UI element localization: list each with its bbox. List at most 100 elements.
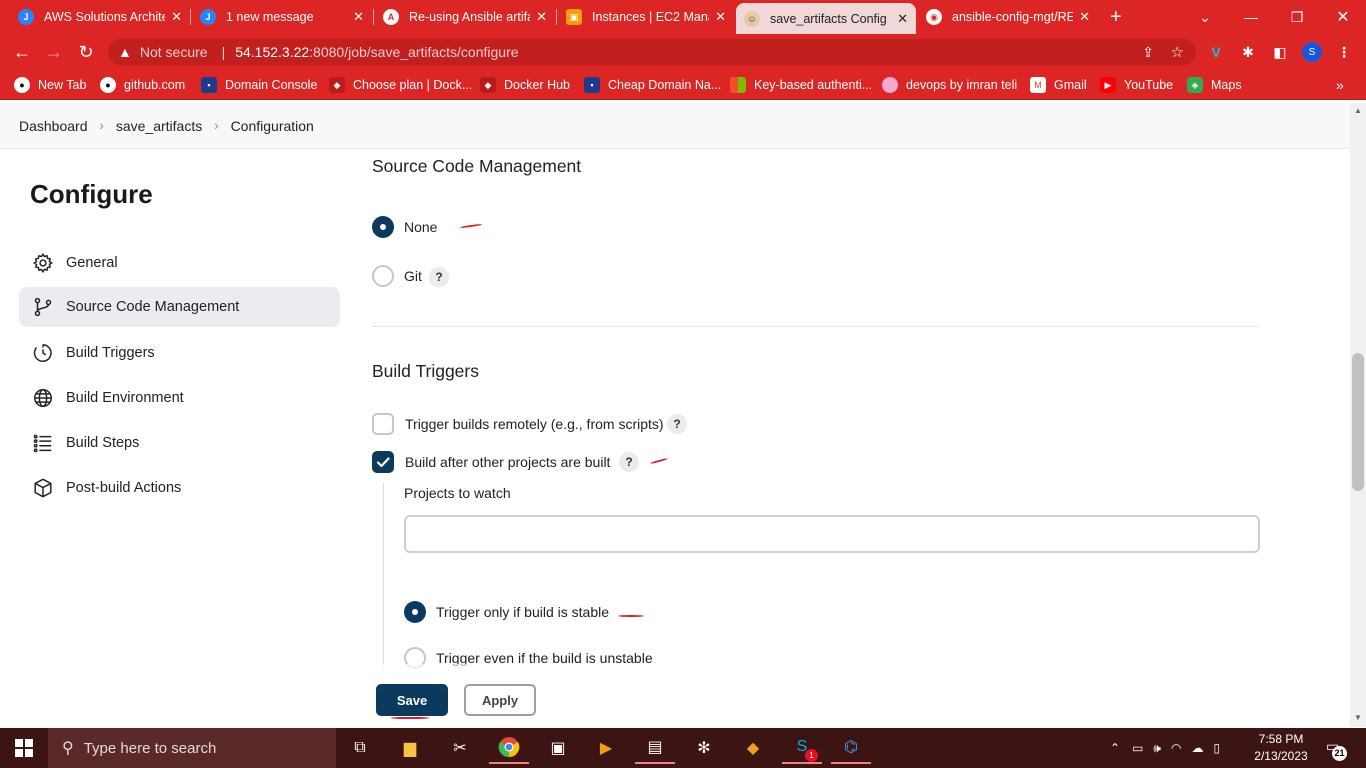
- taskbar-clock[interactable]: 7:58 PM 2/13/2023: [1250, 731, 1312, 765]
- close-icon[interactable]: ✕: [536, 9, 547, 25]
- back-icon[interactable]: ←: [10, 40, 34, 64]
- sidebar-item-build-steps[interactable]: Build Steps: [19, 423, 340, 463]
- bookmark[interactable]: ◈ Maps: [1187, 76, 1242, 94]
- photos-icon[interactable]: ▣: [538, 732, 578, 764]
- browser-tab[interactable]: A Re-using Ansible artifacts ✕: [375, 0, 555, 34]
- vscode-icon[interactable]: ⌬: [831, 732, 871, 764]
- taskbar-search[interactable]: ⚲ Type here to search: [48, 728, 336, 768]
- projects-to-watch-input[interactable]: [404, 515, 1260, 553]
- onedrive-icon[interactable]: ☁: [1191, 741, 1203, 755]
- system-tray: ⌃ ▭ 🕪 ◠ ☁ ▯: [1110, 728, 1220, 768]
- file-explorer-icon[interactable]: ▆: [390, 732, 430, 764]
- extensions-icon[interactable]: ✱: [1238, 42, 1258, 62]
- new-tab-button[interactable]: +: [1110, 6, 1122, 29]
- star-icon[interactable]: ☆: [1171, 43, 1184, 61]
- restore-button[interactable]: ❐: [1274, 0, 1320, 34]
- browser-tab[interactable]: ▣ Instances | EC2 Management ✕: [558, 0, 734, 34]
- forward-icon[interactable]: →: [42, 40, 66, 64]
- projects-to-watch-label: Projects to watch: [404, 485, 511, 501]
- browser-tab-active[interactable]: ☺ save_artifacts Config [Jenkins] ✕: [736, 3, 916, 34]
- bookmark[interactable]: ◆ Docker Hub: [480, 76, 570, 94]
- trigger-remotely-label[interactable]: Trigger builds remotely (e.g., from scri…: [405, 416, 664, 432]
- list-icon: [31, 431, 55, 455]
- build-after-checkbox[interactable]: [372, 451, 394, 473]
- annotation-mark: [459, 223, 483, 229]
- tab-search-icon[interactable]: ⌄: [1182, 0, 1228, 34]
- build-triggers-heading: Build Triggers: [372, 361, 479, 381]
- scm-git-radio[interactable]: [372, 265, 394, 287]
- build-after-label[interactable]: Build after other projects are built: [405, 454, 610, 470]
- bookmark[interactable]: ▪ Domain Console: [201, 76, 317, 94]
- task-view-icon[interactable]: ⧉: [340, 732, 380, 764]
- sidebar-item-post-build-actions[interactable]: Post-build Actions: [19, 468, 340, 508]
- breadcrumb-dashboard[interactable]: Dashboard: [19, 118, 88, 134]
- scroll-up-icon[interactable]: ▲: [1352, 106, 1364, 118]
- breadcrumb-configuration[interactable]: Configuration: [231, 118, 314, 134]
- clock-date: 2/13/2023: [1254, 749, 1308, 763]
- bookmark[interactable]: ▶ YouTube: [1100, 76, 1173, 94]
- help-icon[interactable]: ?: [429, 267, 449, 287]
- sidepanel-icon[interactable]: ◧: [1270, 42, 1290, 62]
- git-icon[interactable]: ◆: [733, 732, 773, 764]
- close-icon[interactable]: ✕: [1079, 9, 1090, 25]
- window-close-button[interactable]: ✕: [1320, 0, 1366, 34]
- bookmark[interactable]: ● New Tab: [14, 76, 86, 94]
- sidebar-item-build-triggers[interactable]: Build Triggers: [19, 333, 340, 373]
- scroll-down-icon[interactable]: ▼: [1352, 713, 1364, 725]
- more-bookmarks-icon[interactable]: »: [1336, 76, 1344, 94]
- address-bar[interactable]: ▲ Not secure | 54.152.3.22:8080/job/save…: [108, 39, 1196, 65]
- slack-icon[interactable]: ✻: [684, 732, 724, 764]
- profile-avatar[interactable]: S: [1302, 42, 1322, 62]
- scm-git-label[interactable]: Git: [404, 268, 422, 284]
- help-icon[interactable]: ?: [667, 414, 687, 434]
- chevron-right-icon: ›: [214, 118, 219, 133]
- bookmark[interactable]: M Gmail: [1030, 76, 1087, 94]
- url-host: 54.152.3.22: [235, 44, 310, 60]
- apply-button[interactable]: Apply: [464, 684, 536, 716]
- phone-icon[interactable]: ▯: [1213, 741, 1220, 755]
- scm-none-radio[interactable]: [372, 216, 394, 238]
- trigger-stable-radio[interactable]: [404, 601, 426, 623]
- search-placeholder: Type here to search: [83, 739, 217, 757]
- trigger-remotely-checkbox[interactable]: [372, 413, 394, 435]
- bookmark[interactable]: ◆ Choose plan | Dock...: [329, 76, 472, 94]
- breadcrumb-job[interactable]: save_artifacts: [116, 118, 202, 134]
- trigger-stable-label[interactable]: Trigger only if build is stable: [436, 604, 609, 620]
- sidebar-item-general[interactable]: General: [19, 243, 340, 283]
- scrollbar-thumb[interactable]: [1352, 353, 1364, 491]
- reload-icon[interactable]: ↻: [74, 40, 98, 64]
- close-icon[interactable]: ✕: [171, 9, 182, 25]
- browser-tab-strip: J AWS Solutions Architect ✕ J 1 new mess…: [0, 0, 1366, 34]
- vimeo-icon[interactable]: V: [1206, 42, 1226, 62]
- menu-icon[interactable]: ⋮: [1334, 42, 1354, 62]
- bookmark[interactable]: ● github.com: [100, 76, 185, 94]
- chevron-up-icon[interactable]: ⌃: [1110, 741, 1120, 755]
- browser-tab[interactable]: J 1 new message ✕: [192, 0, 372, 34]
- minimize-button[interactable]: —: [1228, 0, 1274, 34]
- media-player-icon[interactable]: ▶: [586, 732, 626, 764]
- close-icon[interactable]: ✕: [897, 11, 908, 27]
- snipping-tool-icon[interactable]: ✂: [440, 732, 480, 764]
- sidebar-item-scm[interactable]: Source Code Management: [19, 287, 340, 327]
- terminal-icon[interactable]: ▤: [635, 732, 675, 764]
- battery-icon[interactable]: ▭: [1132, 741, 1143, 755]
- close-icon[interactable]: ✕: [715, 9, 726, 25]
- chrome-icon[interactable]: [489, 732, 529, 764]
- wifi-icon[interactable]: ◠: [1171, 741, 1181, 755]
- bookmark[interactable]: devops by imran teli: [882, 76, 1017, 94]
- windows-start-icon[interactable]: [0, 728, 48, 768]
- notification-icon[interactable]: ▭ 21: [1326, 738, 1347, 761]
- bookmark[interactable]: Key-based authenti...: [730, 76, 872, 94]
- save-button[interactable]: Save: [376, 684, 448, 716]
- github-icon: ●: [14, 77, 30, 93]
- volume-icon[interactable]: 🕪: [1153, 741, 1161, 756]
- close-icon[interactable]: ✕: [353, 9, 364, 25]
- scm-none-label[interactable]: None: [404, 219, 437, 235]
- sidebar-item-build-environment[interactable]: Build Environment: [19, 378, 340, 418]
- skype-icon[interactable]: S1: [782, 732, 822, 764]
- browser-tab[interactable]: ◉ ansible-config-mgt/README ✕: [918, 0, 1098, 34]
- browser-tab[interactable]: J AWS Solutions Architect ✕: [10, 0, 190, 34]
- help-icon[interactable]: ?: [619, 452, 639, 472]
- share-icon[interactable]: ⇪: [1142, 44, 1154, 61]
- bookmark[interactable]: ▪ Cheap Domain Na...: [584, 76, 721, 94]
